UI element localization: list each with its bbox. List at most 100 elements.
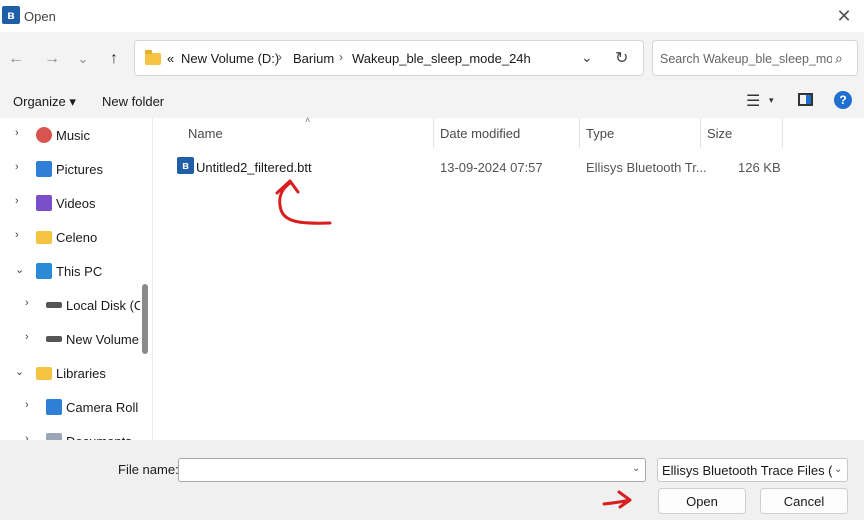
window-title: Open: [24, 9, 56, 24]
chevron-right-icon[interactable]: ›: [25, 331, 29, 343]
chevron-down-icon: ⌄: [834, 464, 843, 475]
refresh-icon[interactable]: ↻: [615, 48, 628, 68]
column-divider[interactable]: [700, 118, 701, 148]
file-name-label: File name:: [118, 462, 179, 477]
file-row[interactable]: ʙ Untitled2_filtered.btt 13-09-2024 07:5…: [169, 154, 809, 180]
breadcrumb-item[interactable]: Wakeup_ble_sleep_mode_24h: [352, 51, 531, 66]
up-arrow-icon: ↑: [110, 50, 118, 67]
column-divider[interactable]: [782, 118, 783, 148]
preview-pane-icon[interactable]: [798, 93, 813, 106]
nav-item-label: Local Disk (C:: [66, 298, 147, 313]
sort-ascending-icon: ˄: [305, 115, 311, 125]
chevron-down-icon: ⌄: [77, 51, 89, 66]
breadcrumb-separator-icon[interactable]: ›: [339, 50, 343, 64]
command-bar: Organize ▾ New folder ☰ ▾ ?: [0, 84, 864, 118]
nav-scrollbar[interactable]: [140, 118, 152, 440]
column-divider[interactable]: [433, 118, 434, 148]
chevron-right-icon[interactable]: ›: [15, 127, 19, 139]
bluetooth-icon: ʙ: [2, 6, 20, 24]
breadcrumb-separator-icon[interactable]: ›: [278, 50, 282, 64]
dialog-footer: File name: ⌄ Ellisys Bluetooth Trace Fil…: [0, 440, 864, 520]
file-list: Name ˄ Date modified Type Size ʙ Untitle…: [152, 115, 864, 440]
documents-icon: [46, 433, 62, 440]
search-input[interactable]: Search Wakeup_ble_sleep_mo...: [660, 52, 832, 66]
nav-item-music[interactable]: › Music: [0, 118, 140, 152]
view-options-icon[interactable]: ☰: [746, 91, 760, 111]
column-header-name[interactable]: Name: [188, 126, 223, 141]
nav-item-libraries[interactable]: ⌄ Libraries: [0, 356, 140, 390]
cancel-button[interactable]: Cancel: [760, 488, 848, 514]
nav-item-label: New Volume: [66, 332, 139, 347]
search-box[interactable]: Search Wakeup_ble_sleep_mo... ⌕: [652, 40, 858, 76]
file-date: 13-09-2024 07:57: [440, 160, 543, 175]
bluetooth-file-icon: ʙ: [177, 157, 194, 174]
folder-icon: [36, 367, 52, 380]
close-button[interactable]: ✕: [824, 0, 864, 32]
view-caret-icon[interactable]: ▾: [769, 95, 774, 106]
organize-button[interactable]: Organize ▾: [13, 94, 76, 110]
search-icon[interactable]: ⌕: [835, 50, 843, 67]
file-type-select[interactable]: Ellisys Bluetooth Trace Files (*.btt) ⌄: [657, 458, 848, 482]
videos-icon: [36, 195, 52, 211]
breadcrumb-item[interactable]: Barium: [293, 51, 334, 66]
title-bar: ʙ Open ✕: [0, 0, 864, 32]
music-icon: [36, 127, 52, 143]
nav-item-label: Pictures: [56, 162, 103, 177]
file-name[interactable]: Untitled2_filtered.btt: [196, 160, 312, 175]
forward-arrow-icon: →: [44, 50, 60, 67]
nav-item-label: Camera Roll: [66, 400, 139, 415]
nav-item-documents[interactable]: ›Documents: [0, 424, 140, 440]
back-arrow-icon: ←: [8, 50, 24, 67]
file-type-value: Ellisys Bluetooth Trace Files (*.btt): [662, 463, 832, 478]
file-name-input[interactable]: [178, 458, 646, 482]
open-button[interactable]: Open: [658, 488, 746, 514]
up-button[interactable]: ↑: [103, 49, 125, 69]
breadcrumb-item[interactable]: New Volume (D:): [181, 51, 279, 66]
nav-item-label: Libraries: [56, 366, 106, 381]
file-type: Ellisys Bluetooth Tr...: [586, 160, 707, 175]
chevron-right-icon[interactable]: ›: [15, 195, 19, 207]
nav-item-camera-roll[interactable]: › Camera Roll: [0, 390, 140, 424]
column-header-date[interactable]: Date modified: [440, 126, 520, 141]
column-header-type[interactable]: Type: [586, 126, 614, 141]
address-bar[interactable]: « New Volume (D:) › Barium › Wakeup_ble_…: [134, 40, 644, 76]
nav-item-pictures[interactable]: › Pictures: [0, 152, 140, 186]
chevron-right-icon[interactable]: ›: [15, 161, 19, 173]
column-divider[interactable]: [579, 118, 580, 148]
breadcrumb-overflow[interactable]: «: [167, 51, 174, 66]
nav-item-new-volume[interactable]: › New Volume: [0, 322, 140, 356]
drive-icon: [46, 302, 62, 308]
chevron-right-icon[interactable]: ›: [25, 297, 29, 309]
pictures-icon: [36, 161, 52, 177]
nav-item-label: This PC: [56, 264, 103, 279]
computer-icon: [36, 263, 52, 279]
drive-icon: [46, 336, 62, 342]
nav-item-videos[interactable]: › Videos: [0, 186, 140, 220]
nav-item-label: Celeno: [56, 230, 98, 245]
nav-item-local-disk-c[interactable]: › Local Disk (C:: [0, 288, 147, 322]
folder-icon: [36, 231, 52, 244]
new-folder-button[interactable]: New folder: [102, 94, 164, 109]
chevron-right-icon[interactable]: ›: [15, 229, 19, 241]
chevron-down-icon[interactable]: ⌄: [15, 365, 24, 378]
chevron-down-icon[interactable]: ⌄: [15, 263, 24, 276]
chevron-right-icon[interactable]: ›: [25, 399, 29, 411]
folder-icon: [145, 50, 161, 65]
navigation-pane: › Music › Pictures › Videos › Celeno ⌄ This PC › Lo…: [0, 118, 152, 440]
address-dropdown-icon[interactable]: ⌄: [581, 49, 593, 66]
back-button[interactable]: ←: [5, 49, 27, 69]
forward-button[interactable]: →: [41, 49, 63, 69]
nav-item-this-pc[interactable]: ⌄ This PC: [0, 254, 140, 288]
close-icon: ✕: [836, 5, 852, 26]
nav-scrollbar-thumb[interactable]: [142, 284, 148, 354]
file-size: 126 KB: [738, 160, 781, 175]
pictures-icon: [46, 399, 62, 415]
nav-item-celeno[interactable]: › Celeno: [0, 220, 140, 254]
file-name-dropdown-icon[interactable]: ⌄: [632, 463, 640, 474]
recent-locations-button[interactable]: ⌄: [72, 49, 94, 69]
nav-item-label: Videos: [56, 196, 96, 211]
chevron-right-icon[interactable]: ›: [25, 433, 29, 440]
nav-item-label: Music: [56, 128, 90, 143]
column-header-size[interactable]: Size: [707, 126, 732, 141]
help-icon[interactable]: ?: [834, 91, 852, 109]
